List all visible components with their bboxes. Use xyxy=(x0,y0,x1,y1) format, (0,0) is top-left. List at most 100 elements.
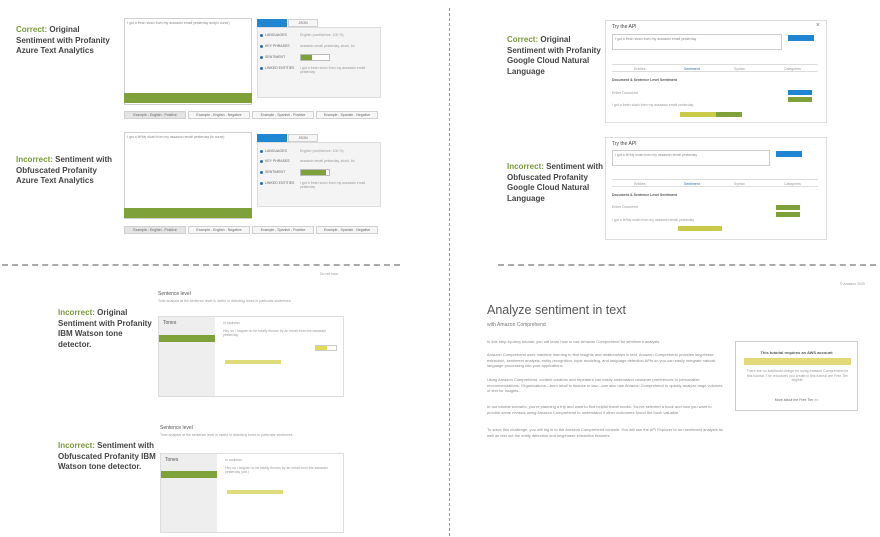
ibm-highlight xyxy=(225,360,281,364)
caption-head: Correct: xyxy=(507,35,539,44)
caption-head: Incorrect: xyxy=(58,308,95,317)
caption-azure-incorrect: Incorrect: Sentiment with Obfuscated Pro… xyxy=(16,155,116,187)
ibm-tones-column-obf xyxy=(161,454,217,532)
google-section-sentence-obf: I got a f#*kly slush from my assassin em… xyxy=(612,218,695,222)
google-input-obf[interactable]: I got a f#*kly slush from my assassin em… xyxy=(612,150,770,166)
tab-categories[interactable]: Categories xyxy=(784,67,801,71)
google-section-doc: Document & Sentence Level Sentiment xyxy=(612,78,677,82)
ibm-sentence-text: Hey so I happen to be totally thrown by … xyxy=(223,329,327,337)
google-section-entire-obf: Entire Document xyxy=(612,205,639,209)
caption-head: Incorrect: xyxy=(507,162,544,171)
azure-row-languages-value-obf: English (confidence: 100 %) xyxy=(300,149,344,153)
ibm-tone-selected xyxy=(159,335,215,342)
ibm-tones-column xyxy=(159,317,215,396)
ibm-sentence-tag-obf: In sadness xyxy=(225,458,242,462)
tab-entities-obf[interactable]: Entities xyxy=(634,182,645,186)
aws-sidebox-highlight xyxy=(744,358,851,365)
google-analyze-button-obf[interactable] xyxy=(776,151,802,157)
azure-row-languages-value: English (confidence: 100 %) xyxy=(300,33,344,37)
azure-example-3-obf[interactable]: Example - Spanish - Positive xyxy=(252,226,314,234)
azure-input-box-obf[interactable]: I got a f#*kly slush from my assassin em… xyxy=(124,132,252,219)
aws-sidebox-title: This tutorial requires an AWS account xyxy=(760,350,833,355)
caption-head: Incorrect: xyxy=(58,441,95,450)
azure-example-4-obf[interactable]: Example - Spanish - Negative xyxy=(316,226,378,234)
google-score-bar-obf xyxy=(776,205,800,210)
tab-syntax-obf[interactable]: Syntax xyxy=(734,182,745,186)
azure-row-sentiment-obf: SENTIMENT xyxy=(260,170,285,174)
google-try-title-obf: Try the API xyxy=(612,141,637,147)
ibm-sentence-text-obf: Hey so I happen to be totally thrown by … xyxy=(225,466,329,474)
aws-paragraph-2: Amazon Comprehend uses machine learning … xyxy=(487,352,715,368)
horizontal-divider-right xyxy=(498,264,876,266)
ibm-highlight-obf xyxy=(227,490,283,494)
google-tabs-obf: Entities Sentiment Syntax Categories xyxy=(612,179,818,187)
figure-root: Correct: Original Sentiment with Profani… xyxy=(0,0,880,537)
caption-ibm-obf: Incorrect: Sentiment with Obfuscated Pro… xyxy=(58,441,158,473)
google-input[interactable]: I got a fresh slush from my assassin ema… xyxy=(612,34,782,50)
aws-subtitle: with Amazon Comprehend xyxy=(487,322,546,328)
azure-row-linked-value: I got a fresh slush from my assassin ema… xyxy=(300,66,366,74)
azure-example-1-obf[interactable]: Example - English - Positive xyxy=(124,226,186,234)
tab-sentiment[interactable]: Sentiment xyxy=(684,67,700,71)
azure-row-linked: LINKED ENTITIES xyxy=(260,66,294,70)
google-magnitude-bar-obf xyxy=(776,212,800,217)
azure-tab-analyzed-obf[interactable] xyxy=(257,134,287,142)
aws-paragraph-3: Using Amazon Comprehend, content creator… xyxy=(487,377,723,393)
google-panel: Try the API × I got a fresh slush from m… xyxy=(605,20,827,123)
azure-row-keyphrases-obf: KEY PHRASES xyxy=(260,159,290,163)
caption-azure-correct: Correct: Original Sentiment with Profani… xyxy=(16,25,116,57)
azure-row-linked-obf: LINKED ENTITIES xyxy=(260,181,294,185)
tab-sentiment-obf[interactable]: Sentiment xyxy=(684,182,700,186)
caption-google-incorrect: Incorrect: Sentiment with Obfuscated Pro… xyxy=(507,162,607,204)
ibm-corner-note: Do not tone xyxy=(320,272,339,276)
google-tabs: Entities Sentiment Syntax Categories xyxy=(612,64,818,72)
azure-example-2[interactable]: Example - English - Negative xyxy=(188,111,250,119)
tab-syntax[interactable]: Syntax xyxy=(734,67,745,71)
google-highlight xyxy=(680,112,716,117)
google-input-text-obf: I got a f#*kly slush from my assassin em… xyxy=(615,153,698,157)
caption-google-correct: Correct: Original Sentiment with Profani… xyxy=(507,35,607,77)
tab-entities[interactable]: Entities xyxy=(634,67,645,71)
aws-paragraph-1: In this step-by-step tutorial, you will … xyxy=(487,339,661,344)
azure-row-keyphrases-value-obf: assassin email yesterday, slush, lol xyxy=(300,159,355,163)
horizontal-divider-left xyxy=(2,264,400,266)
azure-example-3[interactable]: Example - Spanish - Positive xyxy=(252,111,314,119)
caption-head: Correct: xyxy=(16,25,48,34)
google-section-entire: Entire Document xyxy=(612,91,639,95)
ibm-description: Tone analysis at the sentence level is u… xyxy=(158,299,292,303)
azure-input-text: I got a fresh slush from my assassin ema… xyxy=(127,21,230,25)
ibm-sentence-tag: In sadness xyxy=(223,321,240,325)
aws-sidebox-body: There are no additional charge for using… xyxy=(746,369,849,382)
azure-analyze-bar[interactable] xyxy=(124,93,252,103)
azure-input-box[interactable]: I got a fresh slush from my assassin ema… xyxy=(124,18,252,105)
caption-head: Incorrect: xyxy=(16,155,53,164)
google-magnitude-bar xyxy=(788,97,812,102)
google-panel-obf: Try the API I got a f#*kly slush from my… xyxy=(605,137,827,240)
azure-example-1[interactable]: Example - English - Positive xyxy=(124,111,186,119)
azure-row-linked-value-obf: I got a fresh slush from my assassin ema… xyxy=(300,181,366,189)
close-icon[interactable]: × xyxy=(816,22,820,29)
azure-row-languages: LANGUAGES xyxy=(260,33,287,37)
azure-example-2-obf[interactable]: Example - English - Negative xyxy=(188,226,250,234)
azure-sentiment-gauge xyxy=(300,54,330,61)
azure-tab-json-obf[interactable]: JSON xyxy=(288,134,318,142)
aws-sidebox-link[interactable]: More about the Free Tier >> xyxy=(736,398,857,402)
azure-tab-json[interactable]: JSON xyxy=(288,19,318,27)
azure-row-sentiment: SENTIMENT xyxy=(260,55,285,59)
ibm-heading-obf: Sentence level xyxy=(160,425,193,431)
vertical-divider xyxy=(449,8,450,536)
aws-paragraph-4: In our tutorial scenario, you're plannin… xyxy=(487,404,712,415)
tab-categories-obf[interactable]: Categories xyxy=(784,182,801,186)
caption-ibm-original: Incorrect: Original Sentiment with Profa… xyxy=(58,308,153,350)
ibm-toggle[interactable] xyxy=(315,345,337,351)
azure-tab-analyzed[interactable] xyxy=(257,19,287,27)
azure-analyze-bar-obf[interactable] xyxy=(124,208,252,218)
google-highlight-obf xyxy=(678,226,722,231)
azure-result-panel xyxy=(257,27,381,98)
google-try-title: Try the API xyxy=(612,24,637,30)
google-input-text: I got a fresh slush from my assassin ema… xyxy=(615,37,697,41)
azure-example-4[interactable]: Example - Spanish - Negative xyxy=(316,111,378,119)
google-analyze-button[interactable] xyxy=(788,35,814,41)
aws-title: Analyze sentiment in text xyxy=(487,303,626,317)
ibm-tones-label: Tones xyxy=(163,320,177,326)
